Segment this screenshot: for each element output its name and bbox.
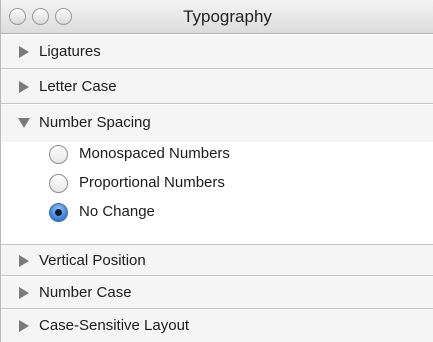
disclosure-triangle-right-icon[interactable] (18, 81, 30, 93)
radio-label: No Change (79, 203, 155, 220)
section-ligatures[interactable]: Ligatures (1, 35, 433, 69)
window-title: Typography (183, 7, 272, 26)
section-vertical-position[interactable]: Vertical Position (1, 244, 433, 276)
disclosure-triangle-right-icon[interactable] (18, 320, 30, 332)
section-letter-case[interactable]: Letter Case (1, 70, 433, 104)
section-number-case[interactable]: Number Case (1, 277, 433, 309)
radio-button-selected[interactable] (49, 203, 68, 222)
radio-button[interactable] (49, 174, 68, 193)
radio-label: Proportional Numbers (79, 174, 225, 191)
section-label: Letter Case (39, 78, 117, 95)
section-label: Number Case (39, 284, 132, 301)
section-case-sensitive-layout[interactable]: Case-Sensitive Layout (1, 310, 433, 342)
radio-label: Monospaced Numbers (79, 145, 230, 162)
radio-button[interactable] (49, 145, 68, 164)
disclosure-triangle-right-icon[interactable] (18, 255, 30, 267)
radio-dot-icon (55, 209, 62, 216)
disclosure-triangle-right-icon[interactable] (18, 46, 30, 58)
section-number-spacing[interactable]: Number Spacing (1, 105, 433, 142)
title-bar[interactable]: Typography (1, 0, 433, 34)
disclosure-triangle-down-icon[interactable] (18, 117, 30, 129)
typography-panel: Typography Ligatures Letter Case Number … (0, 0, 433, 342)
number-spacing-options: Monospaced Numbers Proportional Numbers … (1, 142, 433, 244)
section-label: Ligatures (39, 43, 101, 60)
disclosure-triangle-right-icon[interactable] (18, 287, 30, 299)
section-label: Vertical Position (39, 252, 146, 269)
section-label: Case-Sensitive Layout (39, 317, 190, 334)
section-label: Number Spacing (39, 114, 151, 131)
